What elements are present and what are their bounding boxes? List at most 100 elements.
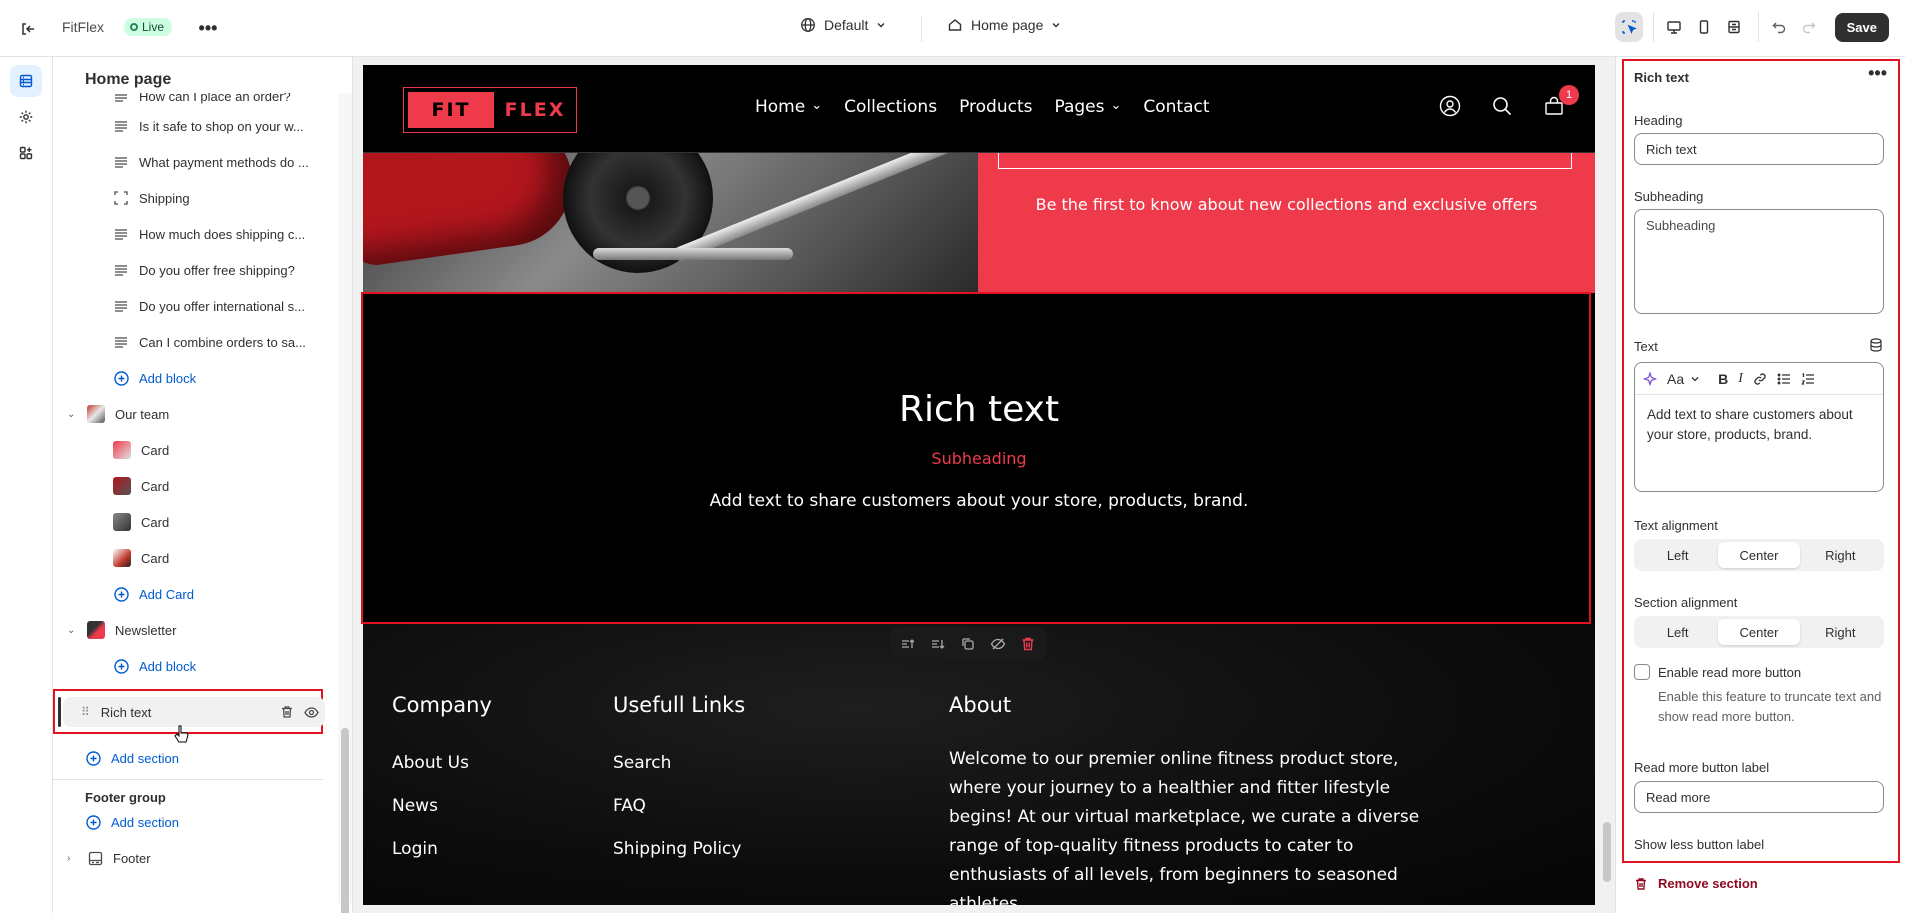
bold-icon[interactable]: B <box>1718 371 1728 387</box>
block-row[interactable]: Is it safe to shop on your w... <box>113 111 304 141</box>
mobile-view-button[interactable] <box>1690 12 1718 42</box>
sections-icon <box>19 74 33 88</box>
preview-scrollbar[interactable] <box>1599 57 1615 913</box>
newsletter-input-outline[interactable] <box>998 153 1572 169</box>
footer-link[interactable]: Shipping Policy <box>613 839 745 859</box>
heading-input[interactable]: Rich text <box>1634 133 1884 165</box>
numbered-list-icon[interactable] <box>1801 372 1815 386</box>
footer-link[interactable]: News <box>392 796 492 816</box>
ai-sparkle-icon[interactable] <box>1643 371 1657 386</box>
subheading-textarea[interactable]: Subheading <box>1634 209 1884 314</box>
inspector-toggle[interactable] <box>1614 12 1643 42</box>
site-header[interactable]: FIT FLEX Home Collections Products Pages… <box>363 65 1595 153</box>
block-row[interactable]: How much does shipping c... <box>113 219 305 249</box>
trash-icon[interactable] <box>1020 636 1036 652</box>
add-block-button[interactable]: Add block <box>113 651 196 681</box>
site-logo[interactable]: FIT FLEX <box>403 87 577 133</box>
search-icon[interactable] <box>1491 95 1513 117</box>
section-row-our-team[interactable]: ⌄ Our team <box>67 399 169 429</box>
theme-settings-nav-button[interactable] <box>10 101 42 133</box>
block-row[interactable]: What payment methods do ... <box>113 147 309 177</box>
settings-more-button[interactable]: ••• <box>1868 63 1887 84</box>
apps-nav-button[interactable] <box>10 137 42 169</box>
read-more-checkbox-row[interactable]: Enable read more button <box>1634 664 1801 680</box>
sections-nav-button[interactable] <box>10 65 42 97</box>
card-row[interactable]: Card <box>113 471 169 501</box>
rich-text-editor[interactable]: Aa B I Add text to share customers about… <box>1634 362 1884 492</box>
card-thumbnail <box>113 513 131 531</box>
italic-icon[interactable]: I <box>1738 371 1743 387</box>
undo-icon <box>1772 22 1785 34</box>
block-row[interactable]: How can I place an order? <box>113 93 319 111</box>
card-row[interactable]: Card <box>113 507 169 537</box>
footer-link[interactable]: About Us <box>392 753 492 773</box>
add-section-button[interactable]: Add section <box>85 807 179 837</box>
add-section-button[interactable]: Add section <box>85 743 179 773</box>
block-row[interactable]: Do you offer international s... <box>113 291 305 321</box>
redo-button[interactable] <box>1795 12 1823 42</box>
section-row-footer[interactable]: › Footer <box>67 843 151 873</box>
add-card-button[interactable]: Add Card <box>113 579 194 609</box>
text-align-left[interactable]: Left <box>1637 542 1718 568</box>
section-row-newsletter[interactable]: ⌄ Newsletter <box>67 615 176 645</box>
account-icon[interactable] <box>1439 95 1461 117</box>
section-align-right[interactable]: Right <box>1800 619 1881 645</box>
site-footer[interactable]: Company About Us News Login Usefull Link… <box>363 623 1595 905</box>
panel-scrollbar-thumb[interactable] <box>341 728 349 913</box>
section-align-center[interactable]: Center <box>1718 619 1800 645</box>
panel-scrollbar[interactable] <box>338 93 352 913</box>
footer-heading: Usefull Links <box>613 693 746 717</box>
nav-home[interactable]: Home <box>755 97 822 117</box>
exit-button[interactable] <box>16 17 40 41</box>
move-down-icon[interactable] <box>930 636 946 652</box>
footer-link[interactable]: Search <box>613 753 745 773</box>
duplicate-icon[interactable] <box>960 636 976 652</box>
store-name[interactable]: FitFlex <box>62 19 104 35</box>
card-row[interactable]: Card <box>113 435 169 465</box>
text-align-center[interactable]: Center <box>1718 542 1800 568</box>
footer-link[interactable]: FAQ <box>613 796 745 816</box>
plus-circle-icon <box>113 370 129 386</box>
read-more-label-input[interactable]: Read more <box>1634 781 1884 813</box>
block-row[interactable]: Shipping <box>113 183 190 213</box>
bullet-list-icon[interactable] <box>1777 372 1791 386</box>
nav-contact[interactable]: Contact <box>1143 97 1209 117</box>
move-up-icon[interactable] <box>900 636 916 652</box>
nav-products[interactable]: Products <box>959 97 1032 117</box>
undo-button[interactable] <box>1765 12 1793 42</box>
read-more-checkbox[interactable] <box>1634 664 1650 680</box>
plus-circle-icon <box>113 586 129 602</box>
nav-collections[interactable]: Collections <box>844 97 937 117</box>
cart-button[interactable]: 1 <box>1543 85 1579 120</box>
save-button[interactable]: Save <box>1834 12 1889 42</box>
rte-content[interactable]: Add text to share customers about your s… <box>1635 395 1883 455</box>
more-actions-button[interactable]: ••• <box>196 16 220 40</box>
cart-count-badge: 1 <box>1559 85 1579 105</box>
section-row-rich-text[interactable]: ⠿ Rich text <box>58 697 325 727</box>
text-align-right[interactable]: Right <box>1800 542 1881 568</box>
remove-section-button[interactable]: Remove section <box>1634 876 1758 891</box>
link-icon[interactable] <box>1753 372 1767 386</box>
preview-scrollbar-thumb[interactable] <box>1603 822 1611 882</box>
section-align-left[interactable]: Left <box>1637 619 1718 645</box>
rich-text-section[interactable]: Rich text Subheading Add text to share c… <box>363 293 1595 623</box>
section-tree: How can I place an order? Is it safe to … <box>53 93 337 903</box>
delete-section-button[interactable] <box>280 705 294 719</box>
card-row[interactable]: Card <box>113 543 169 573</box>
dynamic-source-icon[interactable] <box>1869 338 1883 352</box>
drag-handle-icon[interactable]: ⠿ <box>81 705 90 719</box>
newsletter-banner[interactable]: Be the first to know about new collectio… <box>363 153 1595 293</box>
page-selector[interactable]: Home page <box>947 17 1061 33</box>
storefront-preview[interactable]: FIT FLEX Home Collections Products Pages… <box>363 65 1595 905</box>
add-block-button[interactable]: Add block <box>113 363 196 393</box>
desktop-view-button[interactable] <box>1660 12 1688 42</box>
nav-pages[interactable]: Pages <box>1054 97 1121 117</box>
block-row[interactable]: Can I combine orders to sa... <box>113 327 306 357</box>
toggle-visibility-button[interactable] <box>304 705 319 720</box>
font-style-dropdown[interactable]: Aa <box>1667 371 1700 387</box>
fullscreen-view-button[interactable] <box>1720 12 1748 42</box>
theme-selector[interactable]: Default <box>800 17 886 33</box>
footer-link[interactable]: Login <box>392 839 492 859</box>
block-row[interactable]: Do you offer free shipping? <box>113 255 295 285</box>
hide-icon[interactable] <box>990 636 1006 652</box>
